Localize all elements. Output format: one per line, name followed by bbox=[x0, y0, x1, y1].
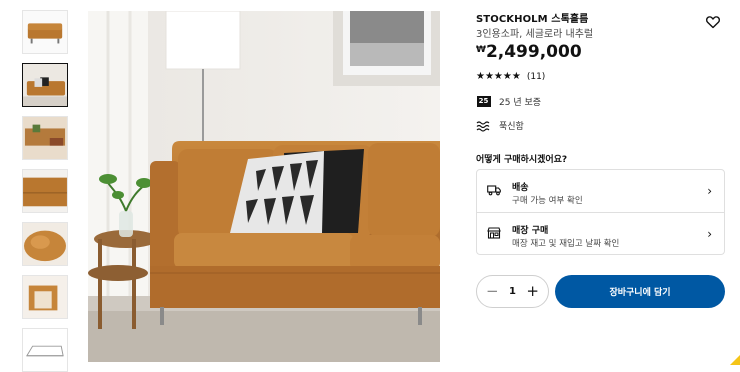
product-main-image[interactable] bbox=[88, 11, 440, 362]
review-count: (11) bbox=[526, 71, 546, 82]
rating-stars: ★★★★★ bbox=[476, 71, 521, 82]
purchase-options: 배송 구매 가능 여부 확인 › 매장 구매 매장 재고 및 재입고 날짜 확인… bbox=[476, 169, 725, 255]
warranty-feature: 25 25 년 보증 bbox=[476, 95, 541, 108]
thumbnail-6[interactable] bbox=[22, 275, 68, 319]
product-price: ₩2,499,000 bbox=[476, 42, 582, 62]
currency-symbol: ₩ bbox=[476, 45, 486, 55]
thumbnail-4[interactable] bbox=[22, 169, 68, 213]
product-title: STOCKHOLM 스톡홀름 bbox=[476, 14, 589, 25]
comfort-label: 푹신함 bbox=[499, 122, 524, 132]
store-title: 매장 구매 bbox=[512, 226, 549, 236]
comfort-feature: 푹신함 bbox=[476, 119, 524, 132]
25-badge-icon: 25 bbox=[476, 96, 491, 108]
delivery-option[interactable]: 배송 구매 가능 여부 확인 › bbox=[477, 170, 724, 212]
truck-icon bbox=[487, 181, 501, 196]
badge-text: 25 bbox=[476, 96, 491, 107]
thumbnail-1[interactable] bbox=[22, 10, 68, 54]
add-to-cart-button[interactable]: 장바구니에 담기 bbox=[555, 275, 725, 308]
thumbnail-3[interactable] bbox=[22, 116, 68, 160]
corner-decoration bbox=[730, 355, 740, 365]
wave-icon bbox=[476, 120, 491, 132]
quantity-plus-button[interactable]: + bbox=[526, 284, 539, 299]
thumbnail-5[interactable] bbox=[22, 222, 68, 266]
delivery-subtitle: 구매 가능 여부 확인 bbox=[512, 196, 583, 206]
heart-icon[interactable] bbox=[705, 14, 721, 30]
thumbnail-7[interactable] bbox=[22, 328, 68, 372]
price-amount: 2,499,000 bbox=[485, 42, 582, 62]
store-subtitle: 매장 재고 및 재입고 날짜 확인 bbox=[512, 239, 620, 249]
store-icon bbox=[487, 224, 501, 239]
quantity-minus-button[interactable]: − bbox=[486, 284, 499, 299]
delivery-title: 배송 bbox=[512, 183, 529, 193]
thumbnail-2[interactable] bbox=[22, 63, 68, 107]
warranty-label: 25 년 보증 bbox=[499, 98, 542, 108]
chevron-right-icon: › bbox=[707, 227, 712, 241]
store-option[interactable]: 매장 구매 매장 재고 및 재입고 날짜 확인 › bbox=[477, 212, 724, 255]
rating[interactable]: ★★★★★ (11) bbox=[476, 71, 545, 82]
quantity-value[interactable]: 1 bbox=[509, 286, 516, 297]
purchase-question: 어떻게 구매하시겠어요? bbox=[476, 155, 568, 165]
chevron-right-icon: › bbox=[707, 184, 712, 198]
quantity-stepper: − 1 + bbox=[476, 275, 549, 308]
product-subtitle: 3인용소파, 세글로라 내추럴 bbox=[476, 29, 594, 40]
